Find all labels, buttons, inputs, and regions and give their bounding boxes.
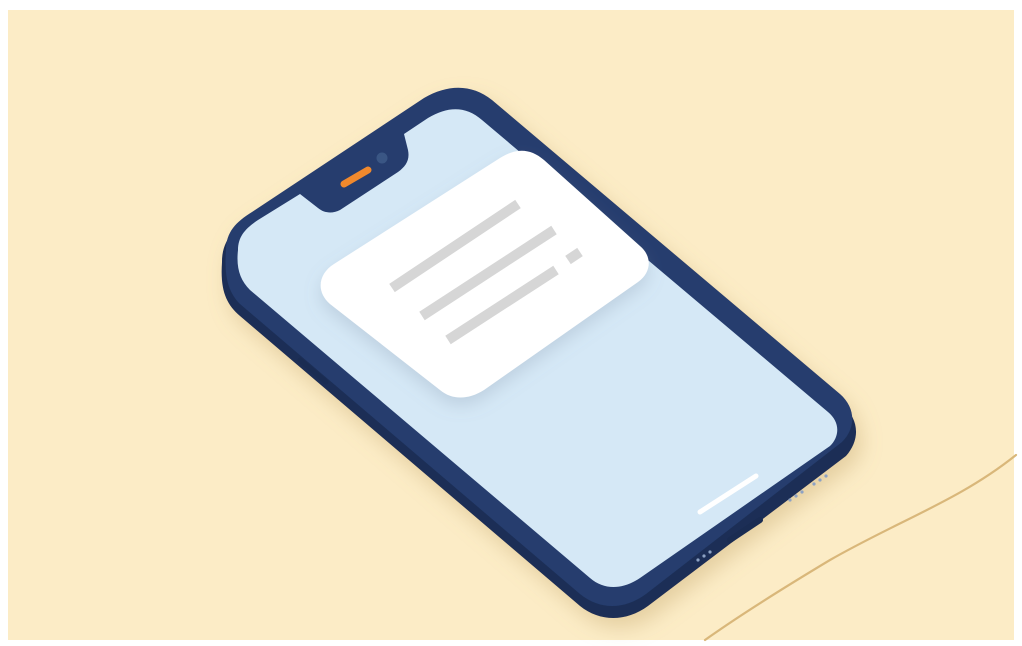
speaker-hole [812,482,816,486]
front-camera [376,152,388,164]
speaker-hole [824,474,828,478]
speaker-hole [696,558,700,562]
speaker-hole [702,554,706,558]
text-dot [565,247,583,265]
speaker-hole [794,494,798,498]
speaker-hole [800,490,804,494]
speaker-hole [708,550,712,554]
speaker-hole [788,498,792,502]
phone-illustration [0,0,1022,646]
speaker-hole [818,478,822,482]
illustration-stage [0,0,1022,646]
